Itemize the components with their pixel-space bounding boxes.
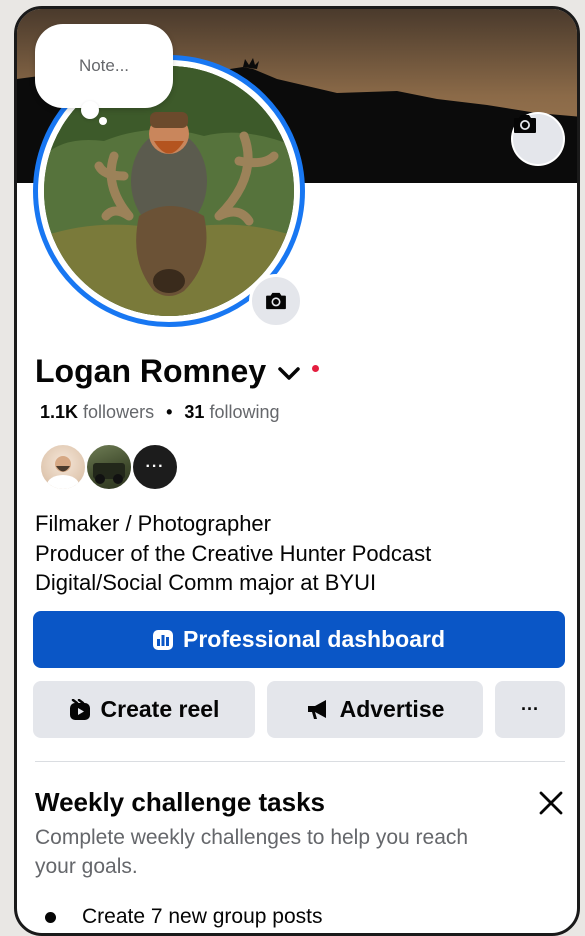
more-options-button[interactable]: ··· bbox=[495, 681, 565, 738]
note-bubble-tail bbox=[81, 101, 99, 119]
advertise-button[interactable]: Advertise bbox=[267, 681, 483, 738]
follow-stats: 1.1K followers • 31 following bbox=[40, 402, 279, 423]
professional-dashboard-label: Professional dashboard bbox=[182, 626, 445, 652]
profile-name-row: Logan Romney bbox=[35, 353, 320, 390]
more-options-label: ··· bbox=[521, 699, 539, 719]
chevron-down-icon[interactable] bbox=[278, 366, 300, 381]
following-label[interactable]: following bbox=[209, 402, 279, 423]
task-bullet bbox=[45, 911, 56, 923]
professional-dashboard-button[interactable]: Professional dashboard bbox=[33, 611, 565, 668]
following-count[interactable]: 31 bbox=[184, 402, 204, 423]
stats-separator: • bbox=[166, 402, 173, 422]
note-bubble-tail-small bbox=[99, 117, 107, 125]
avatar[interactable] bbox=[39, 443, 87, 491]
edit-cover-camera-button[interactable] bbox=[513, 114, 563, 164]
profile-screen: Note... Logan Romney 1.1K followers • 31… bbox=[14, 6, 580, 936]
advertise-label: Advertise bbox=[339, 696, 445, 722]
bio-line: Digital/Social Comm major at BYUI bbox=[35, 570, 377, 595]
weekly-challenge-title: Weekly challenge tasks bbox=[35, 787, 326, 817]
reel-icon bbox=[69, 698, 91, 721]
weekly-challenge-description: Complete weekly challenges to help you r… bbox=[35, 826, 469, 878]
close-icon[interactable] bbox=[537, 789, 565, 817]
more-mutuals-button[interactable]: ··· bbox=[131, 443, 179, 491]
megaphone-icon bbox=[306, 699, 330, 721]
note-placeholder: Note... bbox=[78, 56, 130, 75]
bio-line: Producer of the Creative Hunter Podcast bbox=[35, 540, 432, 566]
dashboard-icon bbox=[152, 629, 173, 650]
avatar[interactable] bbox=[85, 443, 133, 491]
divider bbox=[35, 761, 565, 762]
create-reel-button[interactable]: Create reel bbox=[33, 681, 255, 738]
profile-name: Logan Romney bbox=[35, 353, 267, 389]
followers-count[interactable]: 1.1K bbox=[40, 402, 78, 423]
status-dot bbox=[312, 365, 320, 372]
bio-line: Filmaker / Photographer bbox=[35, 511, 271, 536]
challenge-task-label: Create 7 new group posts bbox=[82, 905, 323, 928]
create-reel-label: Create reel bbox=[100, 696, 220, 722]
more-mutuals-label: ··· bbox=[145, 458, 165, 475]
edit-profile-picture-button[interactable] bbox=[249, 274, 303, 328]
profile-bio: Filmaker / Photographer Producer of the … bbox=[35, 509, 431, 598]
mutual-avatars[interactable]: ··· bbox=[39, 443, 179, 491]
challenge-task-item[interactable]: Create 7 new group posts bbox=[35, 905, 322, 929]
note-bubble[interactable]: Note... bbox=[35, 24, 173, 108]
camera-icon bbox=[514, 115, 536, 133]
camera-icon bbox=[266, 292, 286, 310]
followers-label[interactable]: followers bbox=[83, 402, 154, 423]
